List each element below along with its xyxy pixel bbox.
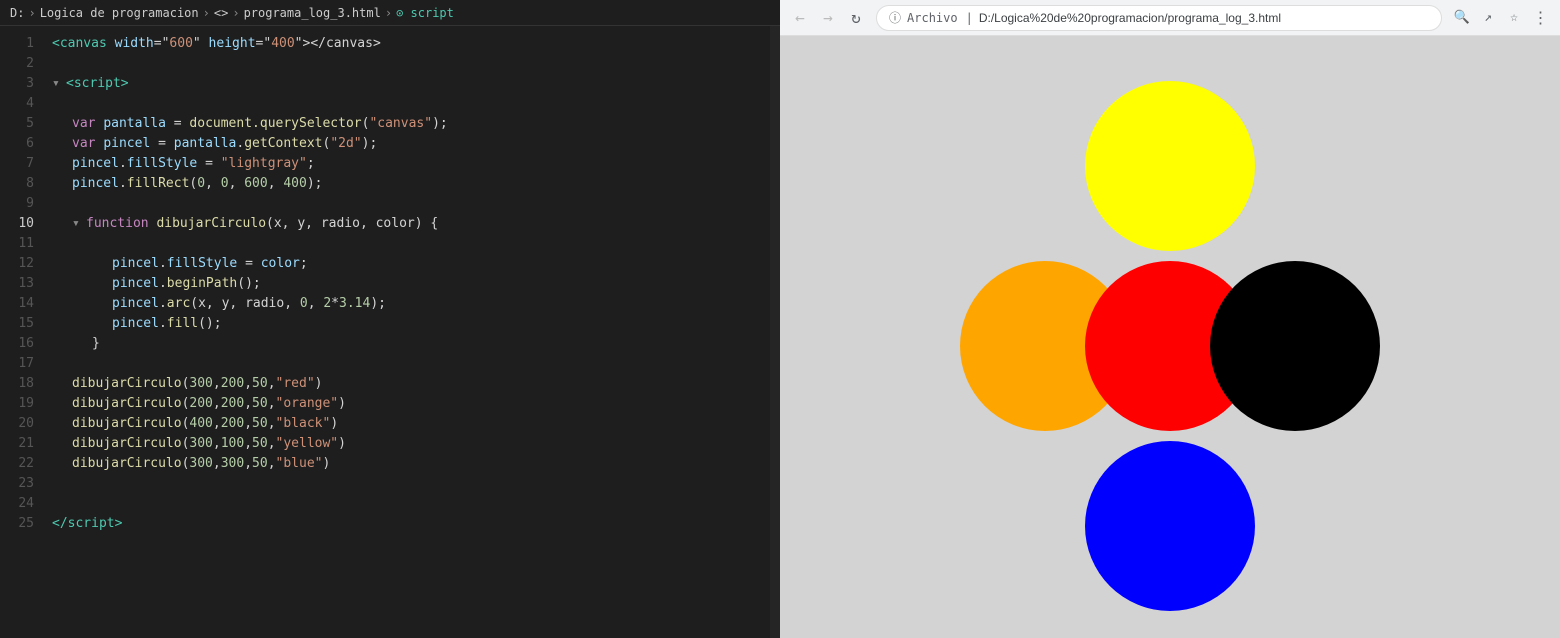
code-line-17: [44, 354, 770, 374]
archivo-label: Archivo: [907, 11, 958, 25]
canvas-svg: [780, 36, 1560, 638]
line-num-12: 12: [0, 254, 44, 274]
breadcrumb-script: ⊙ script: [396, 6, 454, 20]
breadcrumb-bar: D: › Logica de programacion › <> › progr…: [0, 0, 780, 26]
bookmark-icon[interactable]: ☆: [1502, 6, 1526, 30]
line-num-10: 10: [0, 214, 44, 234]
code-line-13: pincel.beginPath();: [104, 274, 770, 294]
line-num-2: 2: [0, 54, 44, 74]
vertical-scrollbar[interactable]: [770, 26, 780, 638]
code-line-1: <canvas width="600" height="400"></canva…: [44, 34, 770, 54]
code-line-14: pincel.arc(x, y, radio, 0, 2*3.14);: [104, 294, 770, 314]
line-num-6: 6: [0, 134, 44, 154]
code-line-10: ▾ function dibujarCirculo(x, y, radio, c…: [64, 214, 770, 234]
forward-button[interactable]: →: [816, 6, 840, 30]
code-line-3: ▾ <script>: [44, 74, 770, 94]
code-line-18: dibujarCirculo(300,200,50,"red"): [64, 374, 770, 394]
code-line-5: var pantalla = document.querySelector("c…: [64, 114, 770, 134]
code-line-20: dibujarCirculo(400,200,50,"black"): [64, 414, 770, 434]
toolbar-right-icons: 🔍 ↗ ☆ ⋮: [1450, 6, 1552, 30]
code-line-8: pincel.fillRect(0, 0, 600, 400);: [64, 174, 770, 194]
breadcrumb-file: programa_log_3.html: [244, 6, 381, 20]
code-line-21: dibujarCirculo(300,100,50,"yellow"): [64, 434, 770, 454]
code-line-9: [44, 194, 770, 214]
code-line-25: </script>: [44, 514, 770, 534]
address-separator: |: [966, 11, 973, 25]
refresh-button[interactable]: ↻: [844, 6, 868, 30]
code-line-12: pincel.fillStyle = color;: [104, 254, 770, 274]
line-num-24: 24: [0, 494, 44, 514]
line-num-25: 25: [0, 514, 44, 534]
line-num-16: 16: [0, 334, 44, 354]
line-num-1: 1: [0, 34, 44, 54]
circle-blue: [1085, 441, 1255, 611]
share-icon[interactable]: ↗: [1476, 6, 1500, 30]
line-num-22: 22: [0, 454, 44, 474]
code-line-6: var pincel = pantalla.getContext("2d");: [64, 134, 770, 154]
code-line-11: [44, 234, 770, 254]
line-num-23: 23: [0, 474, 44, 494]
line-num-5: 5: [0, 114, 44, 134]
line-num-7: 7: [0, 154, 44, 174]
line-num-19: 19: [0, 394, 44, 414]
code-area: 1 2 3 4 5 6 7 8 9 10 11 12 13 14 15 16 1…: [0, 26, 780, 638]
line-numbers: 1 2 3 4 5 6 7 8 9 10 11 12 13 14 15 16 1…: [0, 26, 44, 638]
browser-toolbar: ← → ↻ ⓘ Archivo | 🔍 ↗ ☆ ⋮: [780, 0, 1560, 36]
canvas-area: [780, 36, 1560, 638]
address-input[interactable]: [979, 11, 1429, 25]
breadcrumb-code-icon: <>: [214, 6, 228, 20]
circle-black: [1210, 261, 1380, 431]
code-line-24: [44, 494, 770, 514]
code-line-19: dibujarCirculo(200,200,50,"orange"): [64, 394, 770, 414]
breadcrumb-drive: D:: [10, 6, 24, 20]
line-num-11: 11: [0, 234, 44, 254]
line-num-13: 13: [0, 274, 44, 294]
address-bar-container: ⓘ Archivo |: [876, 5, 1442, 31]
browser-panel: ← → ↻ ⓘ Archivo | 🔍 ↗ ☆ ⋮: [780, 0, 1560, 638]
code-line-15: pincel.fill();: [104, 314, 770, 334]
breadcrumb-folder: Logica de programacion: [40, 6, 199, 20]
code-line-7: pincel.fillStyle = "lightgray";: [64, 154, 770, 174]
back-button[interactable]: ←: [788, 6, 812, 30]
line-num-21: 21: [0, 434, 44, 454]
line-num-18: 18: [0, 374, 44, 394]
line-num-15: 15: [0, 314, 44, 334]
code-line-16: }: [84, 334, 770, 354]
code-line-23: [44, 474, 770, 494]
line-num-17: 17: [0, 354, 44, 374]
code-line-4: [44, 94, 770, 114]
code-line-22: dibujarCirculo(300,300,50,"blue"): [64, 454, 770, 474]
line-num-9: 9: [0, 194, 44, 214]
line-num-8: 8: [0, 174, 44, 194]
editor-panel: D: › Logica de programacion › <> › progr…: [0, 0, 780, 638]
line-num-20: 20: [0, 414, 44, 434]
menu-icon[interactable]: ⋮: [1528, 6, 1552, 30]
code-content: <canvas width="600" height="400"></canva…: [44, 26, 770, 638]
search-icon[interactable]: 🔍: [1450, 6, 1474, 30]
info-icon: ⓘ: [889, 9, 901, 26]
line-num-14: 14: [0, 294, 44, 314]
code-line-2: [44, 54, 770, 74]
circle-yellow: [1085, 81, 1255, 251]
line-num-4: 4: [0, 94, 44, 114]
line-num-3: 3: [0, 74, 44, 94]
